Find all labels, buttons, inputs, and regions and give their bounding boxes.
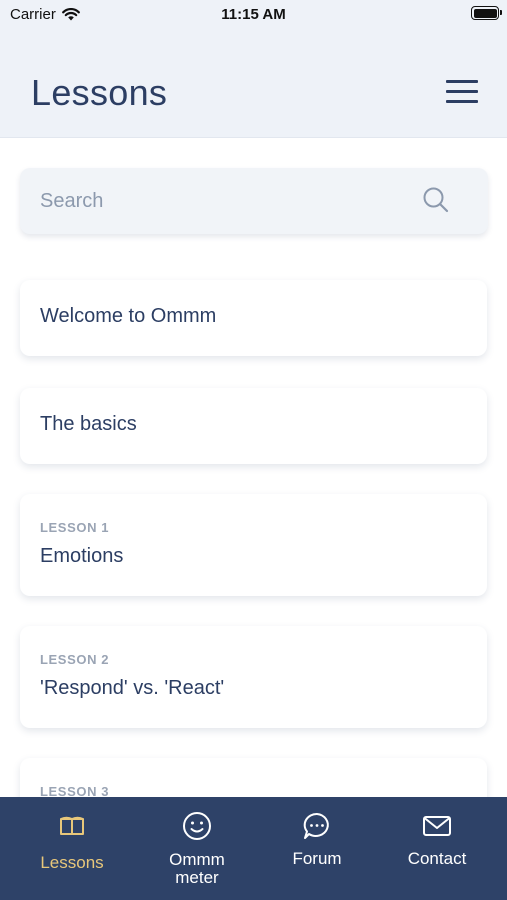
status-time: 11:15 AM: [221, 6, 286, 23]
book-icon: [60, 816, 84, 835]
smiley-icon: [183, 812, 211, 840]
lesson-title: Emotions: [40, 545, 124, 567]
lesson-card-2[interactable]: LESSON 2 'Respond' vs. 'React': [20, 626, 487, 728]
search-box: [20, 168, 488, 234]
tab-label: Forum: [292, 849, 342, 868]
lesson-card-1[interactable]: LESSON 1 Emotions: [20, 494, 487, 596]
tab-label: Ommm meter: [169, 850, 225, 887]
lesson-card-basics[interactable]: The basics: [20, 388, 487, 464]
search-input[interactable]: [20, 168, 420, 234]
lesson-title: 'Respond' vs. 'React': [40, 677, 225, 699]
lesson-title: The basics: [40, 413, 137, 435]
page-title: Lessons: [31, 72, 168, 113]
tab-ommm-meter[interactable]: Ommm meter: [137, 797, 257, 900]
tab-lessons[interactable]: Lessons: [12, 797, 132, 900]
menu-button[interactable]: [446, 78, 478, 104]
hamburger-icon-line: [446, 90, 478, 93]
battery-icon: [471, 6, 502, 20]
tab-bar: Lessons Ommm meter Forum Contact: [0, 797, 507, 900]
tab-contact[interactable]: Contact: [377, 797, 497, 900]
lesson-number: LESSON 1: [40, 520, 110, 535]
lesson-number: LESSON 2: [40, 652, 110, 667]
lesson-title: Welcome to Ommm: [40, 305, 217, 327]
tab-forum[interactable]: Forum: [257, 797, 377, 900]
status-bar: Carrier 11:15 AM: [0, 0, 507, 30]
chat-bubble-icon: [303, 812, 329, 839]
hamburger-icon: [446, 80, 478, 83]
tab-label: Lessons: [40, 853, 104, 872]
tab-label: Contact: [407, 849, 467, 868]
mail-icon: [423, 816, 451, 836]
search-icon[interactable]: [422, 186, 450, 214]
hamburger-icon-line: [446, 100, 478, 103]
header: Lessons: [0, 30, 507, 138]
lesson-card-welcome[interactable]: Welcome to Ommm: [20, 280, 487, 356]
